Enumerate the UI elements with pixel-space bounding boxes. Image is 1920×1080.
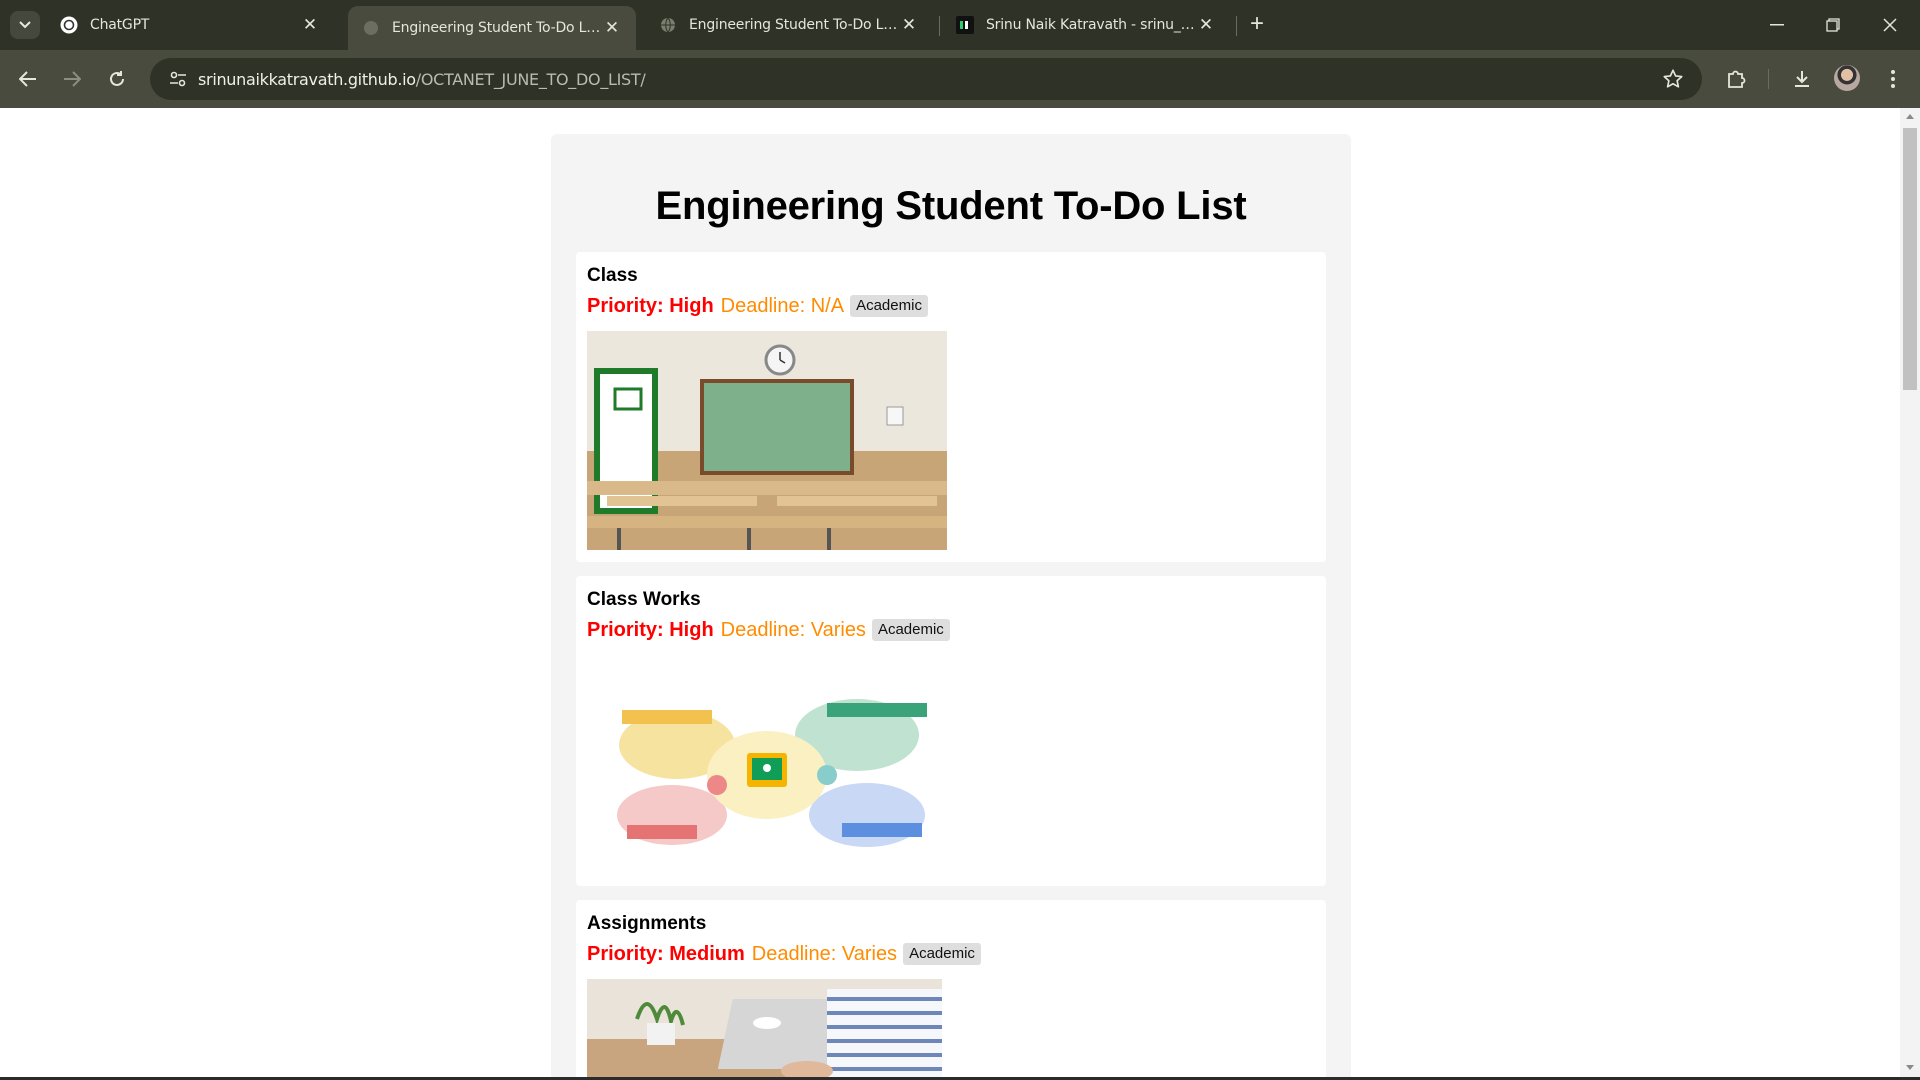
site-info-icon[interactable] (158, 58, 198, 100)
close-icon (1883, 18, 1897, 32)
chevron-down-icon (19, 21, 31, 29)
profile-avatar[interactable] (1834, 65, 1860, 91)
tab-chatgpt[interactable]: ChatGPT ✕ (46, 6, 334, 44)
tab-title: Srinu Naik Katravath - srinu_1a (986, 17, 1196, 33)
classroom-image (587, 331, 947, 550)
google-classroom-illustration (587, 655, 947, 874)
task-category-badge: Academic (903, 943, 981, 965)
close-window-button[interactable] (1870, 10, 1910, 40)
task-priority: Priority: High (587, 619, 714, 641)
task-item-class: Class Priority: High Deadline: N/A Acade… (576, 252, 1326, 562)
page-title: Engineering Student To-Do List (655, 184, 1247, 228)
url-host: srinunaikkatravath.github.io (198, 69, 416, 89)
extensions-button[interactable] (1720, 63, 1752, 95)
url-path: /OCTANET_JUNE_TO_DO_LIST/ (415, 69, 646, 89)
downloads-button[interactable] (1786, 63, 1818, 95)
task-deadline: Deadline: Varies (751, 943, 898, 965)
task-category-badge: Academic (871, 619, 950, 641)
download-icon (1795, 71, 1809, 87)
tab-title: Engineering Student To-Do List (689, 17, 899, 33)
scrollbar-thumb[interactable] (1903, 128, 1917, 390)
todo-container: Engineering Student To-Do List Class Pri… (551, 134, 1351, 1078)
close-icon[interactable]: ✕ (1196, 15, 1216, 35)
tab-todo[interactable]: Engineering Student To-Do List ✕ (645, 6, 933, 44)
back-button[interactable] (12, 63, 44, 95)
tab-separator (1236, 16, 1237, 36)
laptop-desk-photo (587, 979, 942, 1078)
kebab-menu-icon (1891, 70, 1895, 88)
task-deadline: Deadline: N/A (720, 295, 845, 317)
tab-title: ChatGPT (90, 17, 150, 33)
browser-toolbar: srinunaikkatravath.github.io/OCTANET_JUN… (0, 50, 1920, 108)
new-tab-button[interactable]: + (1244, 12, 1270, 38)
task-item-assignments: Assignments Priority: Medium Deadline: V… (576, 900, 1326, 1078)
tab-search-button[interactable] (10, 11, 40, 39)
site-logo-icon (956, 16, 974, 34)
forward-button[interactable] (56, 63, 88, 95)
close-icon[interactable]: ✕ (899, 15, 919, 35)
minimize-icon (1770, 24, 1784, 26)
address-bar[interactable]: srinunaikkatravath.github.io/OCTANET_JUN… (150, 58, 1702, 100)
tab-separator (939, 16, 940, 36)
task-name: Assignments (587, 913, 707, 934)
task-deadline: Deadline: Varies (720, 619, 866, 641)
page-scrollbar[interactable] (1900, 108, 1920, 1078)
close-icon[interactable]: ✕ (602, 18, 622, 38)
task-category-badge: Academic (850, 295, 928, 317)
globe-icon (659, 16, 677, 34)
task-priority: Priority: High (587, 295, 714, 317)
arrow-left-icon (19, 71, 36, 87)
minimize-button[interactable] (1757, 10, 1797, 40)
task-meta: Priority: Medium Deadline: Varies Academ… (587, 941, 1315, 967)
task-priority: Priority: Medium (587, 943, 745, 965)
arrow-right-icon (64, 71, 81, 87)
tab-srinu[interactable]: Srinu Naik Katravath - srinu_1a ✕ (942, 6, 1230, 44)
toolbar-divider (1768, 69, 1769, 89)
url-text: srinunaikkatravath.github.io/OCTANET_JUN… (198, 69, 646, 89)
task-name: Class (587, 265, 638, 286)
restore-icon (1826, 18, 1840, 32)
scroll-up-arrow-icon[interactable] (1906, 114, 1914, 119)
chatgpt-icon (60, 16, 78, 34)
task-meta: Priority: High Deadline: Varies Academic (587, 617, 1315, 643)
task-meta: Priority: High Deadline: N/A Academic (587, 293, 1315, 319)
puzzle-icon (1728, 70, 1746, 88)
reload-icon (110, 71, 124, 86)
page-viewport: Engineering Student To-Do List Class Pri… (0, 108, 1900, 1078)
tab-title: Engineering Student To-Do List (392, 20, 602, 36)
restore-button[interactable] (1813, 10, 1853, 40)
bookmark-star-icon[interactable] (1662, 68, 1684, 90)
tab-todo-active[interactable]: Engineering Student To-Do List ✕ (348, 6, 636, 50)
close-icon[interactable]: ✕ (300, 15, 320, 35)
globe-icon (362, 19, 380, 37)
tab-bar: ChatGPT ✕ Engineering Student To-Do List… (0, 0, 1920, 50)
task-name: Class Works (587, 589, 701, 610)
scroll-down-arrow-icon[interactable] (1906, 1065, 1914, 1070)
reload-button[interactable] (101, 63, 133, 95)
task-item-class-works: Class Works Priority: High Deadline: Var… (576, 576, 1326, 886)
menu-button[interactable] (1877, 63, 1909, 95)
